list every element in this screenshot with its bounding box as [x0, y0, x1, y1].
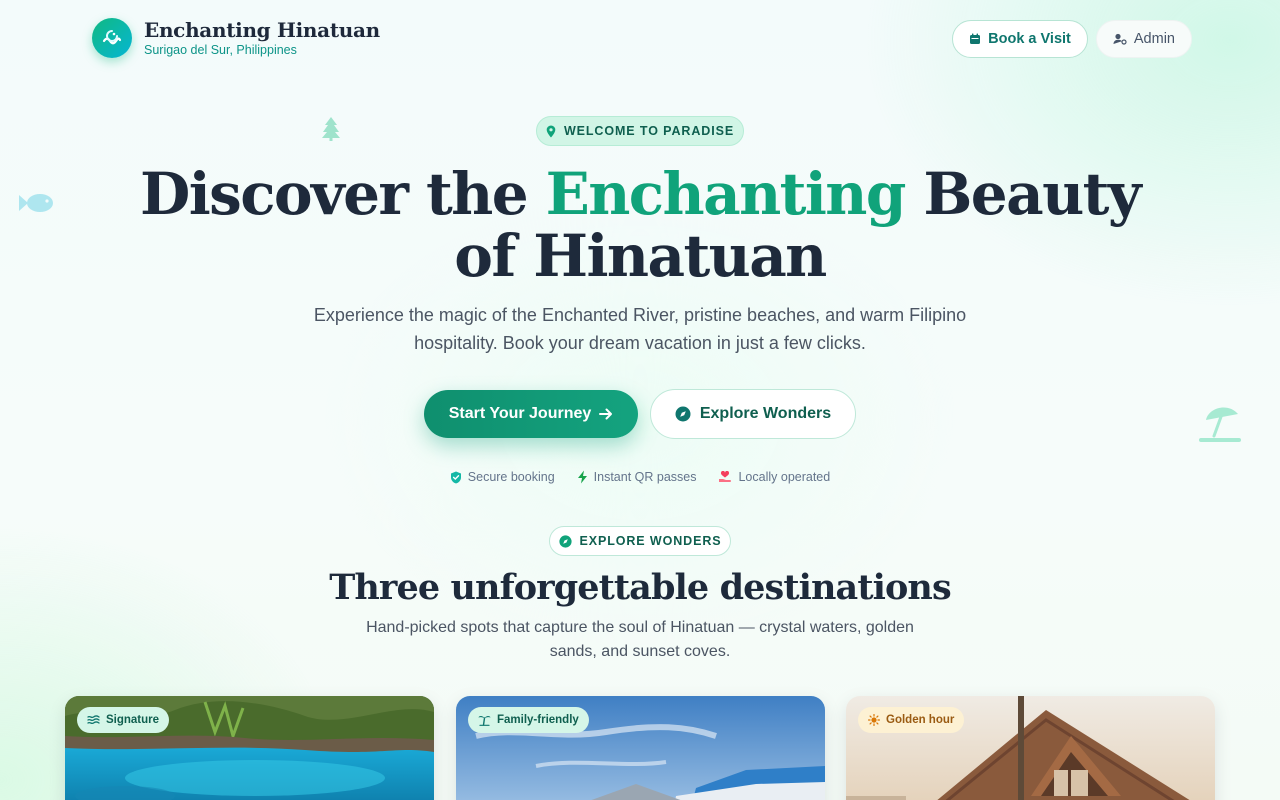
- user-cog-icon: [1113, 33, 1127, 45]
- hero-title: Discover the Enchanting Beauty of Hinatu…: [140, 160, 1142, 287]
- palm-tree-icon: [478, 716, 491, 726]
- book-visit-label: Book a Visit: [988, 31, 1071, 47]
- trust-item-qr: Instant QR passes: [577, 470, 697, 484]
- beach-umbrella-icon: [1199, 407, 1241, 442]
- destination-card-sunset-cove[interactable]: Golden hour: [846, 696, 1215, 800]
- card-badge: Golden hour: [858, 707, 965, 733]
- calendar-icon: [970, 33, 981, 44]
- brand[interactable]: Enchanting Hinatuan Surigao del Sur, Phi…: [92, 18, 380, 58]
- explore-pill-label: EXPLORE WONDERS: [579, 534, 722, 548]
- hero-subtitle: Experience the magic of the Enchanted Ri…: [313, 305, 967, 353]
- start-journey-label: Start Your Journey: [448, 405, 592, 422]
- explore-wonders-label: Explore Wonders: [699, 405, 832, 422]
- waves-icon: [87, 715, 100, 725]
- site-header: Enchanting Hinatuan Surigao del Sur, Phi…: [92, 18, 1192, 60]
- lightning-icon: [577, 470, 587, 484]
- card-badge: Family-friendly: [468, 707, 589, 733]
- arrow-right-icon: [599, 408, 613, 420]
- section-title: Three unforgettable destinations: [329, 567, 951, 608]
- fish-icon: [19, 194, 53, 212]
- brand-title: Enchanting Hinatuan: [144, 18, 380, 42]
- welcome-pill: WELCOME TO PARADISE: [536, 116, 744, 146]
- wave-logo-icon: [92, 18, 132, 58]
- trust-badges: Secure booking Instant QR passes Locally…: [0, 470, 1280, 484]
- welcome-pill-label: WELCOME TO PARADISE: [563, 124, 735, 138]
- trust-label: Instant QR passes: [593, 470, 697, 484]
- trust-item-local: Locally operated: [718, 470, 830, 484]
- brand-text: Enchanting Hinatuan Surigao del Sur, Phi…: [144, 18, 380, 58]
- shield-check-icon: [450, 471, 461, 483]
- card-badge-label: Golden hour: [886, 714, 955, 726]
- hero-title-accent: Enchanting: [545, 160, 907, 228]
- book-visit-button[interactable]: Book a Visit: [952, 20, 1088, 58]
- card-badge: Signature: [77, 707, 170, 733]
- compass-icon: [558, 534, 572, 548]
- map-pin-icon: [546, 125, 556, 137]
- sun-icon: [868, 714, 880, 726]
- section-subtitle: Hand-picked spots that capture the soul …: [366, 619, 914, 660]
- trust-label: Locally operated: [738, 470, 831, 484]
- hero-title-start: Discover the: [140, 160, 546, 228]
- tree-icon: [322, 117, 340, 141]
- card-badge-label: Family-friendly: [497, 714, 579, 726]
- compass-icon: [675, 406, 691, 422]
- trust-label: Secure booking: [467, 470, 555, 484]
- heart-hand-icon: [719, 470, 732, 482]
- trust-item-secure: Secure booking: [450, 470, 555, 484]
- card-badge-label: Signature: [106, 714, 160, 726]
- explore-wonders-button[interactable]: Explore Wonders: [650, 389, 856, 439]
- admin-label: Admin: [1133, 31, 1175, 47]
- destination-card-beach[interactable]: Family-friendly: [456, 696, 825, 800]
- start-journey-button[interactable]: Start Your Journey: [424, 390, 638, 438]
- admin-button[interactable]: Admin: [1095, 20, 1192, 58]
- brand-subtitle: Surigao del Sur, Philippines: [144, 43, 297, 57]
- destination-card-enchanted-river[interactable]: Signature: [65, 696, 434, 800]
- top-nav: Book a Visit Admin: [952, 20, 1192, 58]
- explore-wonders-pill: EXPLORE WONDERS: [549, 526, 731, 556]
